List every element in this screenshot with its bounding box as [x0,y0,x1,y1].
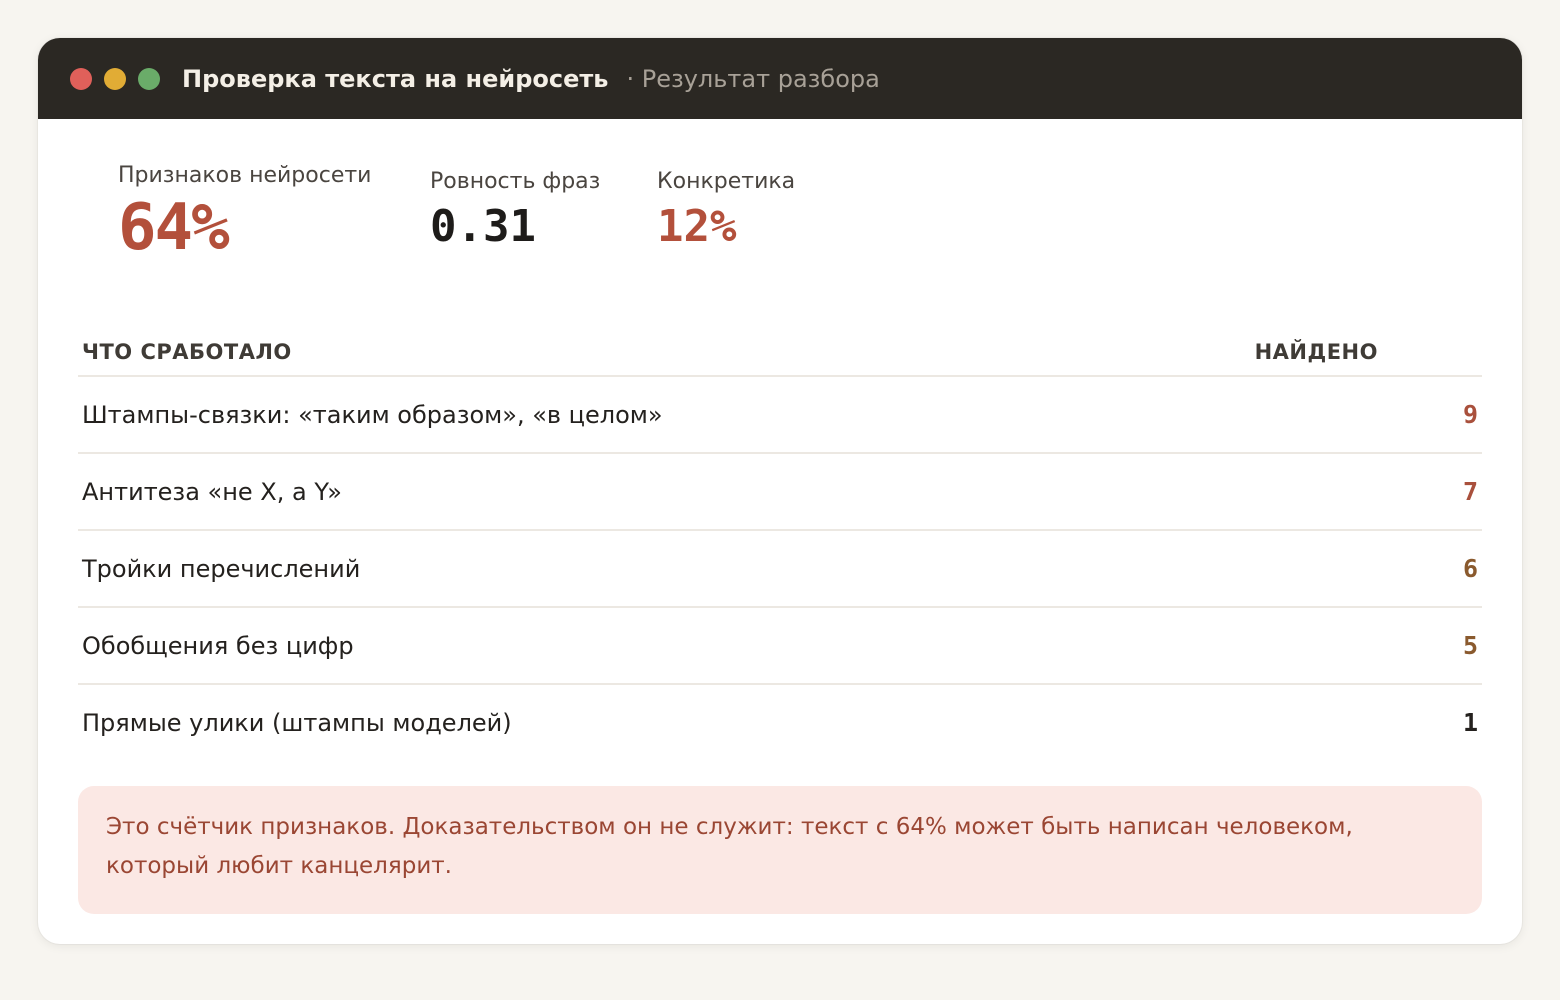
row-label: Антитеза «не X, а Y» [82,477,342,506]
app-window: Проверка текста на нейросеть · Результат… [38,38,1522,944]
stat-value: 12% [657,201,737,252]
stat-ai-signs: Признаков нейросети 64% [118,163,371,268]
main-content: Признаков нейросети 64% Ровность фраз 0.… [38,119,1522,914]
stat-specificity: Конкретика 12% [657,169,795,254]
triggers-table: ЧТО СРАБОТАЛО НАЙДЕНО Штампы-связки: «та… [78,329,1482,760]
stat-label: Конкретика [657,169,796,194]
stat-phrase-evenness: Ровность фраз 0.31 [430,169,600,254]
row-label: Прямые улики (штампы моделей) [82,708,512,737]
table-row: Штампы-связки: «таким образом», «в целом… [78,377,1482,454]
row-label: Штампы-связки: «таким образом», «в целом… [82,400,663,429]
row-label: Обобщения без цифр [82,631,354,660]
app-title: Проверка текста на нейросеть [182,64,609,93]
table-row: Тройки перечислений 6 [78,531,1482,608]
title-bar: Проверка текста на нейросеть · Результат… [38,38,1522,119]
table-row: Обобщения без цифр 5 [78,608,1482,685]
table-row: Прямые улики (штампы моделей) 1 [78,685,1482,760]
column-header-trigger: ЧТО СРАБОТАЛО [82,340,292,364]
minimize-window-button[interactable] [104,67,126,90]
close-window-button[interactable] [70,67,92,90]
table-header: ЧТО СРАБОТАЛО НАЙДЕНО [78,329,1482,377]
stat-value: 0.31 [430,201,536,252]
row-label: Тройки перечислений [82,554,361,583]
column-header-found: НАЙДЕНО [1254,340,1378,364]
page-subtitle: · Результат разбора [626,64,880,93]
row-count: 7 [1462,477,1478,506]
row-count: 1 [1462,708,1478,737]
stat-label: Признаков нейросети [118,163,372,188]
row-count: 6 [1462,554,1478,583]
table-row: Антитеза «не X, а Y» 7 [78,454,1482,531]
stat-label: Ровность фраз [430,169,601,194]
row-count: 5 [1462,631,1478,660]
row-count: 9 [1462,400,1478,429]
stat-value: 64% [118,191,230,265]
disclaimer-note: Это счётчик признаков. Доказательством о… [78,786,1482,914]
stats-panel: Признаков нейросети 64% Ровность фраз 0.… [78,119,1482,329]
maximize-window-button[interactable] [138,67,160,90]
